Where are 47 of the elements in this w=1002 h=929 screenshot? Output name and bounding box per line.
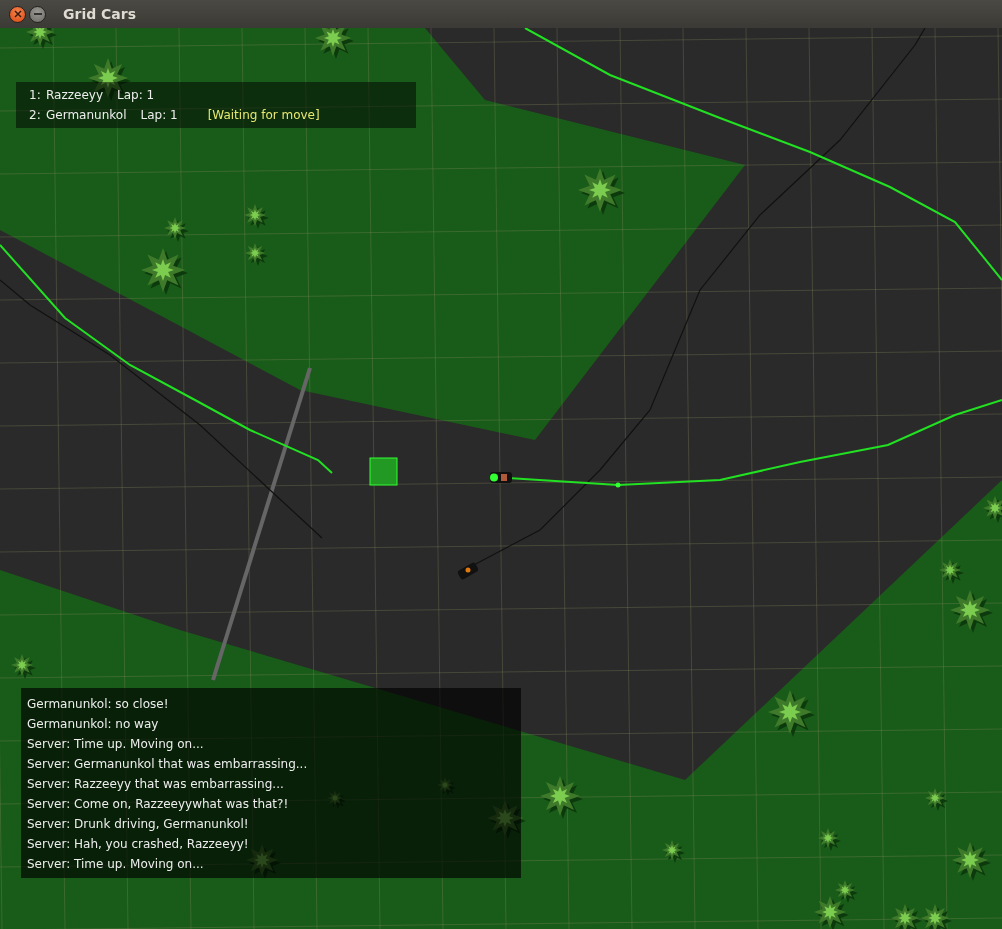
bush-drawing (952, 842, 991, 881)
bush-drawing (11, 654, 36, 679)
window-title: Grid Cars (63, 6, 137, 22)
bush-drawing (246, 844, 281, 879)
target-marker[interactable] (369, 457, 398, 486)
bush-drawing (925, 788, 948, 811)
bush-drawing (983, 496, 1002, 523)
bush-drawing (768, 690, 815, 737)
player-name: Razzeeyy (46, 88, 103, 102)
bush-drawing (891, 904, 922, 929)
close-icon (13, 10, 22, 18)
car-drawing (490, 472, 512, 483)
bush-drawing (818, 828, 841, 851)
bush-drawing (244, 204, 269, 229)
close-button[interactable] (9, 5, 26, 23)
bush-drawing (662, 840, 685, 863)
bush-drawing (315, 28, 354, 59)
chat-message: Server: Come on, Razzeeyywhat was that?! (27, 796, 289, 813)
bush-drawing (578, 168, 625, 215)
bush-drawing (950, 590, 993, 633)
bush-drawing (26, 28, 57, 49)
bush-drawing (939, 559, 964, 584)
player-status: [Waiting for move] (207, 108, 320, 122)
chat-message: Server: Hah, you crashed, Razzeeyy! (27, 836, 249, 853)
lap-count: Lap: 1 (117, 88, 155, 102)
chat-message: Server: Germanunkol that was embarrassing... (27, 756, 308, 773)
chat-message: Server: Time up. Moving on... (27, 736, 204, 753)
bush-drawing (327, 790, 346, 809)
lap-count: Lap: 1 (140, 108, 178, 122)
chat-message: Server: Time up. Moving on... (27, 856, 204, 873)
waypoint-dot (615, 482, 621, 488)
player-rank: 2: (29, 108, 42, 122)
bush-drawing (487, 800, 526, 839)
bush-drawing (437, 777, 456, 796)
chat-message: Germanunkol: no way (27, 716, 159, 733)
minimize-button[interactable] (29, 5, 46, 23)
bush-drawing (141, 248, 188, 295)
bush-drawing (164, 217, 189, 242)
bush-drawing (540, 776, 583, 819)
bush-drawing (921, 904, 952, 929)
bush-drawing (245, 243, 268, 266)
player-name: Germanunkol (46, 108, 127, 122)
chat-message: Server: Razzeeyy that was embarrassing... (27, 776, 284, 793)
player-rank: 1: (29, 88, 42, 102)
chat-message: Server: Drunk driving, Germanunkol! (27, 816, 249, 833)
minimize-icon (33, 13, 42, 15)
chat-message: Germanunkol: so close! (27, 696, 169, 713)
